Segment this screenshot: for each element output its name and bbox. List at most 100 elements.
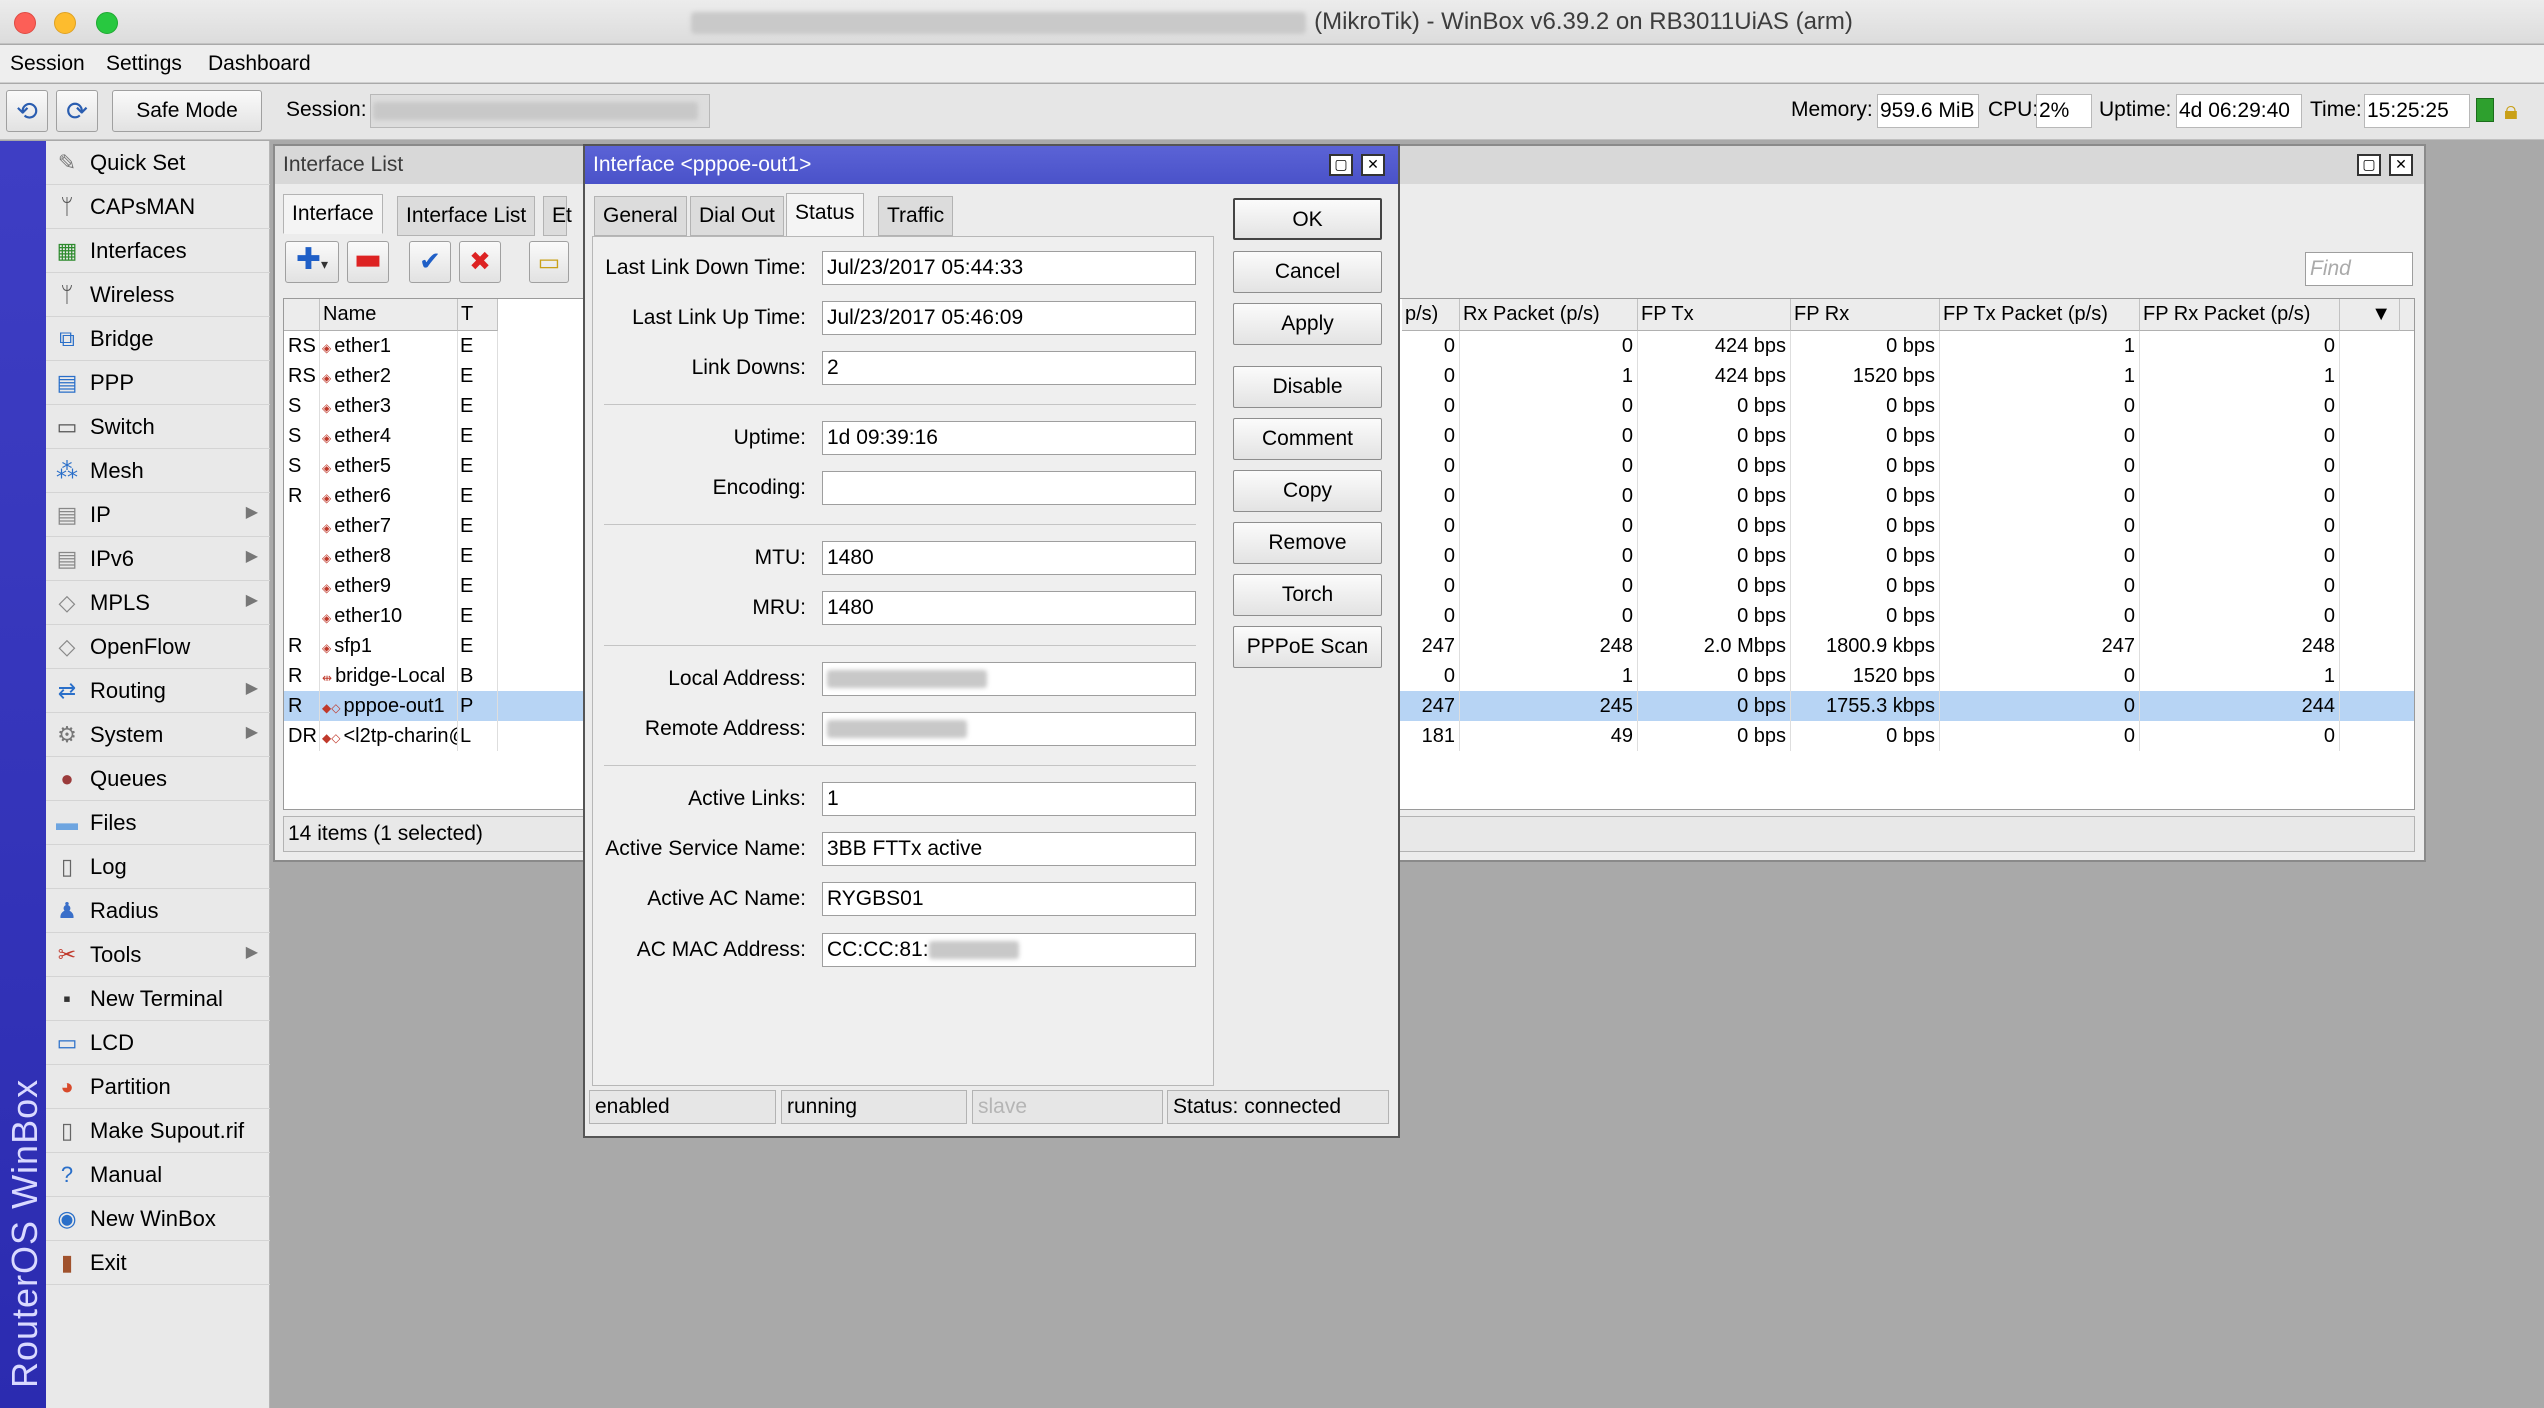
menu-dashboard[interactable]: Dashboard	[208, 52, 311, 76]
undo-icon[interactable]: ⟲	[6, 90, 48, 132]
sidebar-item-routing[interactable]: ⇄ Routing ▶	[46, 669, 270, 713]
tab-status[interactable]: Status	[786, 193, 864, 237]
row-c1: 0	[1402, 541, 1460, 571]
sidebar-item-lcd[interactable]: ▭ LCD	[46, 1021, 270, 1065]
add-icon[interactable]: ✚▾	[285, 241, 339, 283]
sidebar-item-ip[interactable]: ▤ IP ▶	[46, 493, 270, 537]
separator	[604, 645, 1196, 646]
redo-icon[interactable]: ⟳	[56, 90, 98, 132]
column-menu-button[interactable]: ▼	[2340, 299, 2400, 331]
switch-icon: ▭	[56, 414, 78, 439]
chevron-right-icon: ▶	[245, 680, 258, 697]
row-name-text: pppoe-out1	[343, 695, 445, 717]
pppoe-scan-button[interactable]: PPPoE Scan	[1233, 626, 1382, 668]
ok-button[interactable]: OK	[1233, 198, 1382, 240]
sidebar-item-ppp[interactable]: ▤ PPP	[46, 361, 270, 405]
row-c1: 181	[1402, 721, 1460, 751]
close-icon[interactable]: ✕	[1361, 154, 1385, 176]
sidebar-item-interfaces[interactable]: ▦ Interfaces	[46, 229, 270, 273]
row-type: P	[460, 691, 498, 721]
row-fptxp: 0	[1940, 661, 2140, 691]
sidebar-item-mpls[interactable]: ◇ MPLS ▶	[46, 581, 270, 625]
row-fptx: 0 bps	[1638, 691, 1791, 721]
column-header-fptx: FP Tx	[1638, 299, 1791, 331]
sidebar-item-capsman[interactable]: ᛘ CAPsMAN	[46, 185, 270, 229]
sidebar-item-quick-set[interactable]: ✎ Quick Set	[46, 141, 270, 185]
zoom-window-button[interactable]	[96, 12, 118, 34]
mtu-label: MTU:	[754, 546, 806, 569]
remove-icon[interactable]: ▬	[347, 241, 389, 283]
close-window-button[interactable]	[14, 12, 36, 34]
copy-button[interactable]: Copy	[1233, 470, 1382, 512]
row-type: E	[460, 451, 498, 481]
comment-icon[interactable]: ▭	[529, 241, 569, 283]
row-fprx: 0 bps	[1791, 721, 1940, 751]
sidebar-item-bridge[interactable]: ⧉ Bridge	[46, 317, 270, 361]
sidebar-item-switch[interactable]: ▭ Switch	[46, 405, 270, 449]
tab-interface[interactable]: Interface	[283, 194, 383, 234]
sidebar-item-new-winbox[interactable]: ◉ New WinBox	[46, 1197, 270, 1241]
enable-icon[interactable]: ✔	[409, 241, 451, 283]
session-value	[370, 94, 710, 128]
row-name-text: bridge-Local	[335, 665, 446, 687]
sidebar-item-openflow[interactable]: ◇ OpenFlow	[46, 625, 270, 669]
row-fptxp: 0	[1940, 481, 2140, 511]
menu-settings[interactable]: Settings	[106, 52, 182, 76]
chevron-right-icon: ▶	[245, 724, 258, 741]
sidebar-item-exit[interactable]: ▮ Exit	[46, 1241, 270, 1285]
menu-session[interactable]: Session	[10, 52, 85, 76]
row-c1: 0	[1402, 331, 1460, 361]
sidebar-item-partition[interactable]: ◕ Partition	[46, 1065, 270, 1109]
sidebar-item-manual[interactable]: ? Manual	[46, 1153, 270, 1197]
sidebar-item-label: Interfaces	[90, 238, 187, 263]
row-rxp: 0	[1460, 541, 1638, 571]
sidebar-item-tools[interactable]: ✂ Tools ▶	[46, 933, 270, 977]
row-c1: 0	[1402, 601, 1460, 631]
comment-button[interactable]: Comment	[1233, 418, 1382, 460]
wand-icon: ✎	[57, 150, 77, 175]
lock-icon[interactable]: 🔒︎	[2504, 96, 2530, 124]
sidebar-item-radius[interactable]: ♟ Radius	[46, 889, 270, 933]
row-flags	[288, 511, 320, 541]
sidebar-item-wireless[interactable]: ᛘ Wireless	[46, 273, 270, 317]
sidebar-item-label: Queues	[90, 766, 168, 791]
minimize-window-button[interactable]	[54, 12, 76, 34]
sidebar-item-files[interactable]: ▬ Files	[46, 801, 270, 845]
sidebar-item-new-terminal[interactable]: ▪ New Terminal	[46, 977, 270, 1021]
ac-mac-label: AC MAC Address:	[636, 938, 806, 961]
tab-interface-list[interactable]: Interface List	[397, 196, 536, 236]
active-links-label: Active Links:	[688, 787, 806, 810]
sidebar-item-system[interactable]: ⚙ System ▶	[46, 713, 270, 757]
sidebar-item-log[interactable]: ▯ Log	[46, 845, 270, 889]
maximize-icon[interactable]: ▢	[2357, 154, 2381, 176]
cancel-button[interactable]: Cancel	[1233, 251, 1382, 293]
remove-button[interactable]: Remove	[1233, 522, 1382, 564]
sidebar-item-label: IPv6	[90, 546, 135, 571]
maximize-icon[interactable]: ▢	[1329, 154, 1353, 176]
mtu-field: 1480	[822, 541, 1196, 575]
sidebar-item-make-supout-rif[interactable]: ▯ Make Supout.rif	[46, 1109, 270, 1153]
close-icon[interactable]: ✕	[2389, 154, 2413, 176]
tab-ethernet[interactable]: Et	[543, 196, 572, 236]
row-fprx: 0 bps	[1791, 601, 1940, 631]
row-fptx: 0 bps	[1638, 451, 1791, 481]
find-input[interactable]: Find	[2305, 252, 2413, 286]
sidebar-item-ipv6[interactable]: ▤ IPv6 ▶	[46, 537, 270, 581]
row-type: L	[460, 721, 498, 751]
status-running: running	[781, 1090, 967, 1124]
apply-button[interactable]: Apply	[1233, 303, 1382, 345]
tab-general[interactable]: General	[594, 196, 687, 236]
row-fptxp: 0	[1940, 421, 2140, 451]
cpu-value: 2%	[2036, 94, 2092, 128]
disable-icon[interactable]: ✖	[459, 241, 501, 283]
row-type: E	[460, 361, 498, 391]
safe-mode-button[interactable]: Safe Mode	[112, 90, 262, 132]
row-name-text: ether2	[334, 365, 391, 387]
sidebar-item-queues[interactable]: ● Queues	[46, 757, 270, 801]
torch-button[interactable]: Torch	[1233, 574, 1382, 616]
row-name: ◆◇ pppoe-out1	[322, 691, 458, 721]
sidebar-item-mesh[interactable]: ⁂ Mesh	[46, 449, 270, 493]
tab-traffic[interactable]: Traffic	[878, 196, 954, 236]
disable-button[interactable]: Disable	[1233, 366, 1382, 408]
tab-dial-out[interactable]: Dial Out	[690, 196, 784, 236]
